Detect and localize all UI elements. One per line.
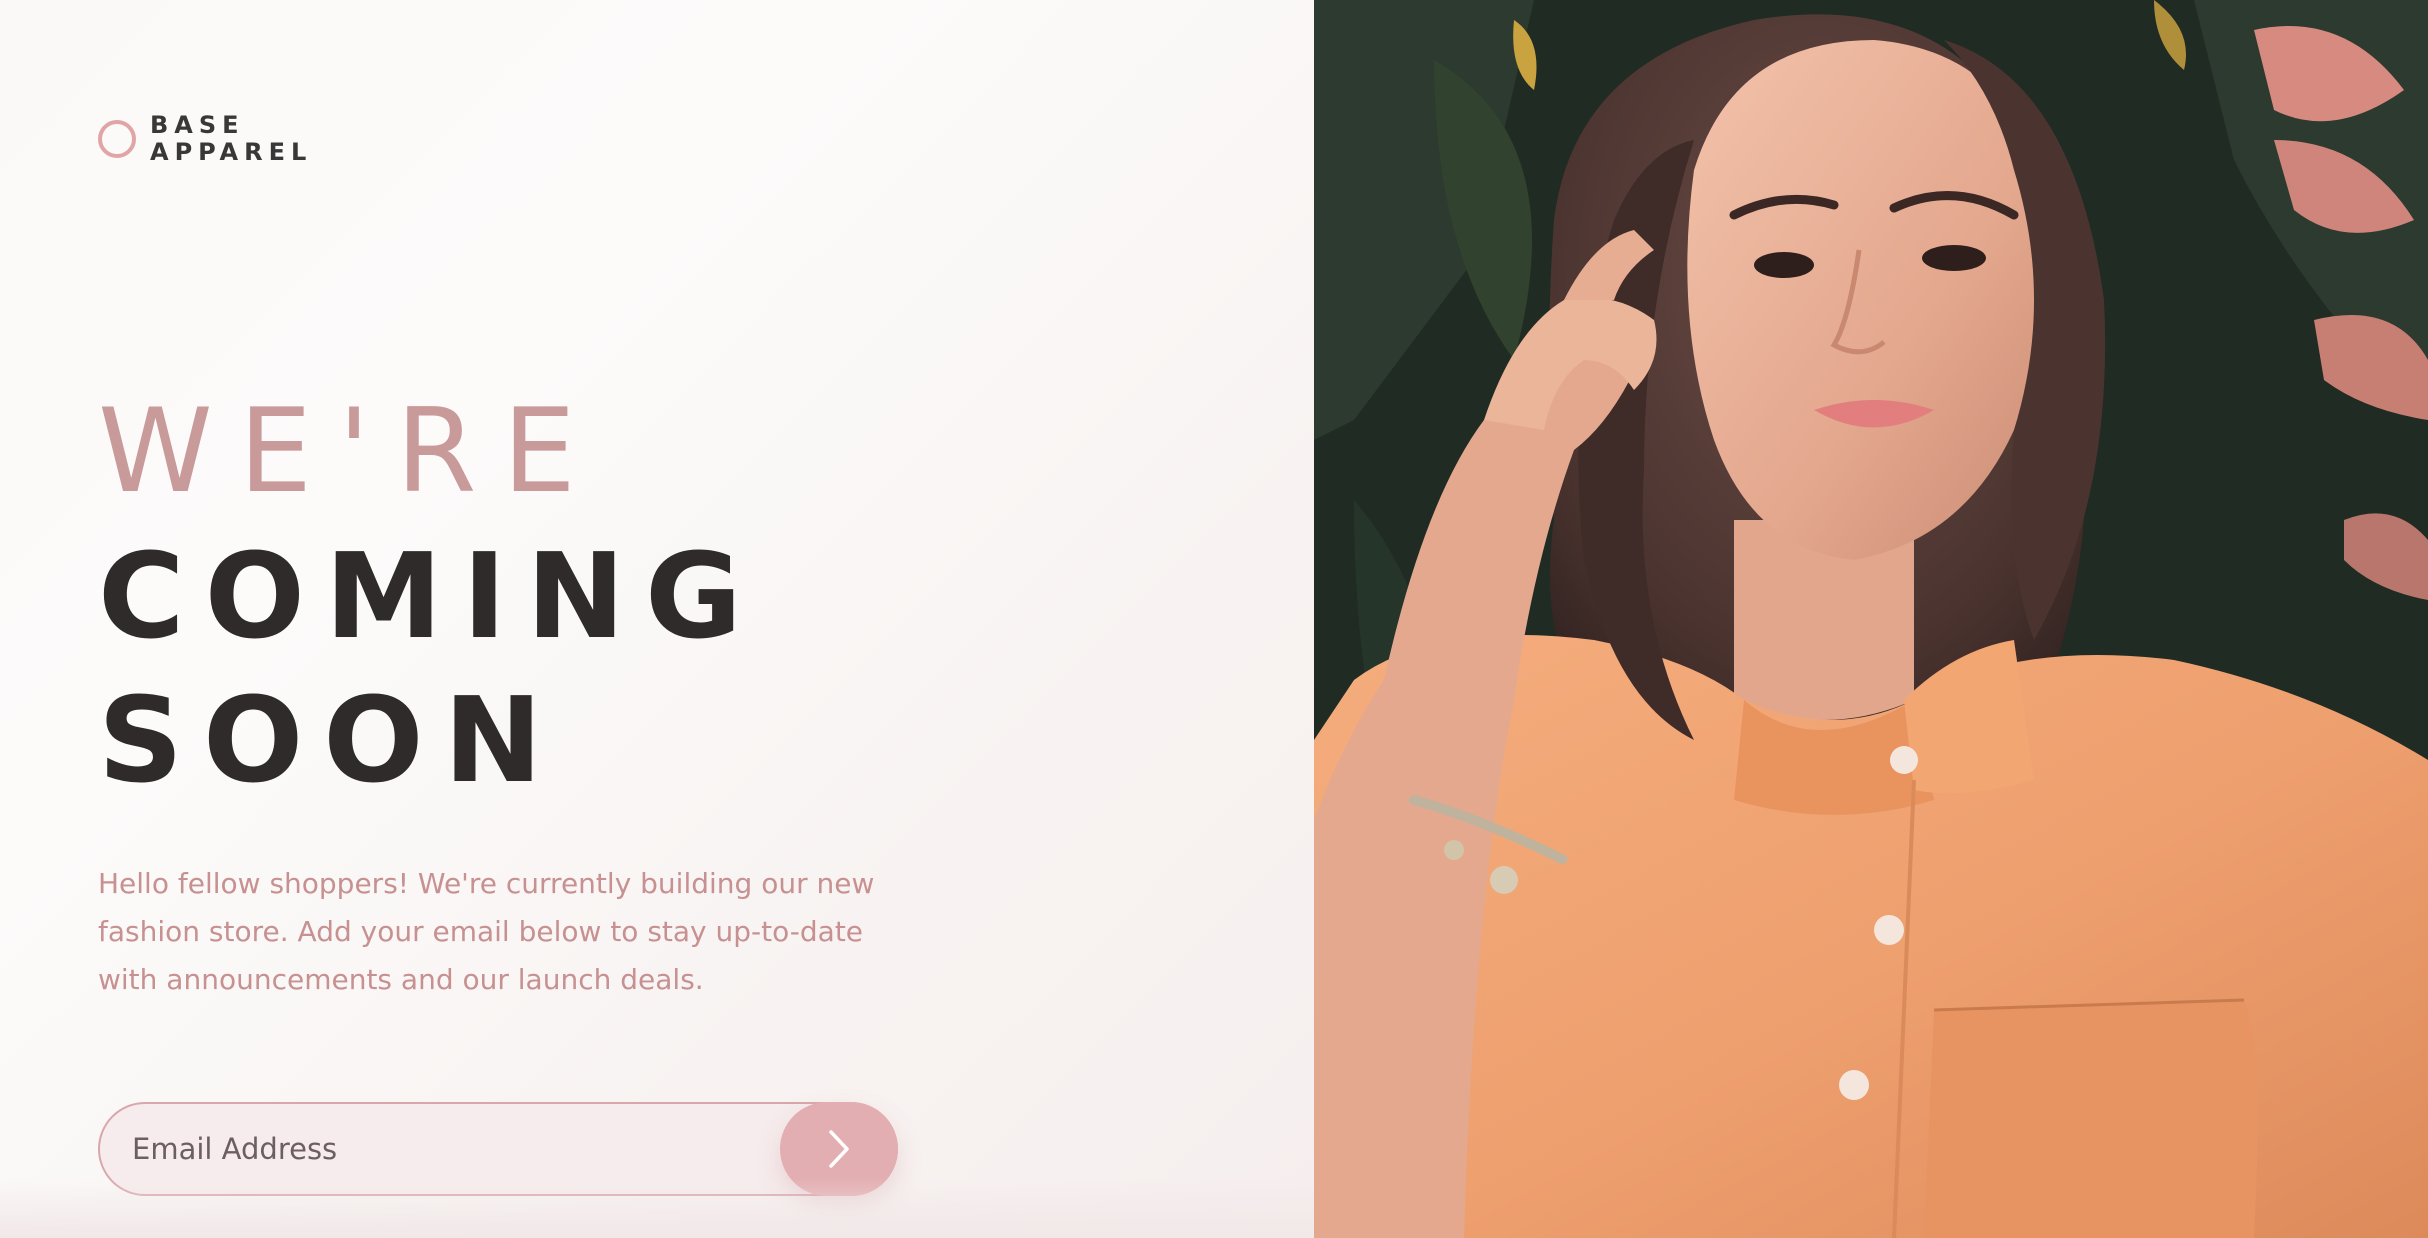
content-panel: BASE APPAREL WE'RE COMING SOON Hello fel… <box>0 0 1314 1238</box>
brand-name: BASE APPAREL <box>150 112 312 166</box>
hero-headline: WE'RE COMING SOON <box>98 380 762 812</box>
headline-line-coming: COMING <box>98 527 762 665</box>
coming-soon-page: BASE APPAREL WE'RE COMING SOON Hello fel… <box>0 0 2428 1238</box>
brand-logo: BASE APPAREL <box>98 112 312 166</box>
submit-button[interactable] <box>780 1102 898 1196</box>
email-signup-form <box>98 1102 898 1196</box>
headline-line-soon: SOON <box>98 671 563 809</box>
chevron-right-icon <box>829 1130 849 1168</box>
circle-logo-icon <box>98 120 136 158</box>
headline-light-line: WE'RE <box>98 384 602 519</box>
hero-image-panel <box>1314 0 2428 1238</box>
hero-description: Hello fellow shoppers! We're currently b… <box>98 867 875 996</box>
email-input[interactable] <box>98 1102 898 1196</box>
brand-name-line2: APPAREL <box>150 138 313 166</box>
brand-name-line1: BASE <box>150 111 245 139</box>
hero-photo <box>1314 0 2428 1238</box>
